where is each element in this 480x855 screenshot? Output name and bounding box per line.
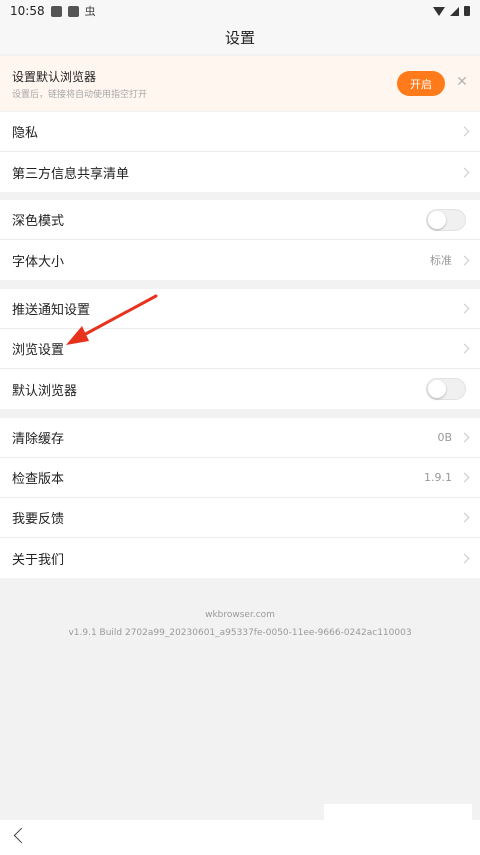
arrow-shaft (78, 294, 158, 339)
watermark-logo (324, 804, 472, 850)
annotation-arrow (66, 294, 158, 345)
back-icon[interactable] (13, 827, 30, 844)
arrow-head (66, 326, 89, 345)
